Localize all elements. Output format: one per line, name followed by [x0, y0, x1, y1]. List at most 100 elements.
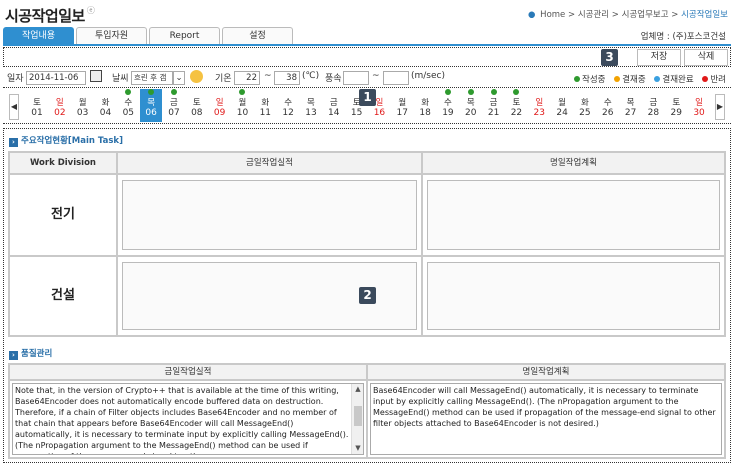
tab-resources[interactable]: 투입자원 — [76, 27, 147, 45]
day-number: 14 — [328, 108, 340, 118]
quality-today-textarea[interactable]: Note that, in the version of Crypto++ th… — [12, 383, 364, 455]
status-dot-icon — [391, 89, 413, 96]
calendar-day[interactable]: 토 08 — [186, 89, 208, 122]
date-field[interactable]: 2014-11-06 — [26, 71, 86, 85]
home-icon: ● — [528, 10, 536, 20]
calendar-day[interactable]: 월 10 — [231, 89, 253, 122]
status-dot-icon — [300, 89, 322, 96]
day-number: 16 — [373, 108, 386, 118]
main-task-table: Work Division 금일작업실적 명일작업계획 전기 건설 — [8, 151, 726, 337]
calendar-day[interactable]: 월 17 — [391, 89, 413, 122]
delete-button[interactable]: 삭제 — [684, 49, 728, 66]
day-number: 26 — [602, 108, 614, 118]
status-dot-icon — [620, 89, 642, 96]
calendar-day[interactable]: 토 01 — [26, 89, 48, 122]
weekday-label: 수 — [444, 98, 452, 108]
chevron-down-icon[interactable]: ⌄ — [173, 71, 185, 85]
weekday-label: 화 — [261, 98, 270, 108]
weekday-label: 일 — [695, 98, 703, 108]
status-approved-icon — [654, 76, 661, 82]
calendar-day[interactable]: 화 18 — [414, 89, 436, 122]
scroll-up-icon[interactable]: ▲ — [352, 384, 363, 395]
calendar-day[interactable]: 수 26 — [597, 89, 619, 122]
tab-settings[interactable]: 설정 — [222, 27, 293, 45]
scroll-down-icon[interactable]: ▼ — [352, 443, 363, 454]
status-dot-icon — [140, 89, 162, 96]
calendar-day[interactable]: 일 02 — [49, 89, 71, 122]
status-dot-icon — [483, 89, 505, 96]
calendar-day[interactable]: 목 13 — [300, 89, 322, 122]
weekday-label: 목 — [307, 98, 315, 108]
weekday-label: 일 — [535, 98, 544, 108]
calendar-day[interactable]: 금 07 — [163, 89, 185, 122]
weekday-label: 일 — [215, 98, 224, 108]
weekday-label: 금 — [649, 98, 658, 108]
weekday-label: 금 — [329, 98, 338, 108]
status-approving-icon — [614, 76, 621, 82]
calendar-day[interactable]: 금 14 — [323, 89, 345, 122]
day-number: 12 — [282, 108, 294, 118]
calendar-day[interactable]: 토 29 — [665, 89, 687, 122]
status-dot-icon — [414, 89, 436, 96]
calendar-day[interactable]: 수 12 — [277, 89, 299, 122]
breadcrumb: ● Home > 시공관리 > 시공업무보고 > 시공작업일보 — [528, 10, 728, 20]
calendar-day[interactable]: 목 06 — [140, 89, 163, 122]
day-number: 20 — [465, 108, 477, 118]
quality-tomorrow-cell: Base64Encoder will call MessageEnd() aut… — [367, 380, 725, 458]
breadcrumb-item[interactable]: 시공업무보고 — [622, 10, 669, 20]
weekday-label: 일 — [375, 98, 384, 108]
calendar-day[interactable]: 목 27 — [620, 89, 642, 122]
day-number: 21 — [487, 108, 500, 118]
today-input-electric[interactable] — [122, 180, 417, 250]
weekday-label: 월 — [398, 98, 407, 108]
calendar-day[interactable]: 일 09 — [209, 89, 231, 122]
calendar-day[interactable]: 화 04 — [94, 89, 116, 122]
scroll-thumb[interactable] — [354, 406, 362, 426]
calendar-day[interactable]: 수 05 — [117, 89, 139, 122]
calendar-day[interactable]: 목 20 — [460, 89, 482, 122]
calendar-day[interactable]: 토 22 — [505, 89, 527, 122]
prev-month-arrow-icon[interactable]: ◀ — [9, 94, 19, 120]
breadcrumb-home[interactable]: Home — [540, 10, 565, 20]
day-number: 13 — [305, 108, 317, 118]
calendar-day[interactable]: 일 30 — [688, 89, 710, 122]
day-number: 30 — [693, 108, 705, 118]
temp-min-field[interactable]: 22 — [234, 71, 260, 85]
calendar-day[interactable]: 화 25 — [574, 89, 596, 122]
weekday-label: 수 — [603, 98, 612, 108]
tomorrow-cell — [422, 174, 725, 256]
weather-select[interactable]: 흐린 후 갬 — [131, 71, 173, 85]
tab-work-content[interactable]: 작업내용 — [3, 27, 74, 45]
quality-tomorrow-textarea[interactable]: Base64Encoder will call MessageEnd() aut… — [370, 383, 722, 455]
wind-max-field[interactable] — [383, 71, 409, 85]
calendar-day[interactable]: 수 19 — [437, 89, 459, 122]
calendar-day[interactable]: 금 28 — [642, 89, 664, 122]
tab-report[interactable]: Report — [149, 27, 220, 45]
calendar-day[interactable]: 일 16 — [368, 89, 390, 122]
filter-row: 일자 2014-11-06 날씨 흐린 후 갬 ⌄ 기온 22 ~ 38 (℃)… — [0, 69, 734, 87]
breadcrumb-item[interactable]: 시공관리 — [578, 10, 609, 20]
next-month-arrow-icon[interactable]: ▶ — [715, 94, 725, 120]
temp-max-field[interactable]: 38 — [274, 71, 300, 85]
tomorrow-input-electric[interactable] — [427, 180, 720, 250]
status-dot-icon — [49, 89, 71, 96]
status-dot-icon — [574, 89, 596, 96]
status-dot-icon — [117, 89, 139, 96]
calendar-day[interactable]: 금 21 — [483, 89, 505, 122]
tomorrow-input-construction[interactable] — [427, 262, 720, 330]
col-header-today: 금일작업실적 — [117, 152, 422, 174]
calendar-day[interactable]: 월 24 — [551, 89, 573, 122]
weekday-label: 목 — [626, 98, 635, 108]
tab-bar: 작업내용 투입자원 Report 설정 — [3, 27, 295, 45]
calendar-day[interactable]: 화 11 — [254, 89, 276, 122]
status-dot-icon — [163, 89, 185, 96]
wind-min-field[interactable] — [343, 71, 369, 85]
scrollbar[interactable]: ▲ ▼ — [351, 384, 363, 454]
calendar-icon[interactable] — [90, 70, 102, 82]
calendar-day[interactable]: 월 03 — [72, 89, 94, 122]
calendar-day[interactable]: 토 15 — [346, 89, 368, 122]
weekday-label: 목 — [147, 98, 156, 108]
page-title: 시공작업일보 ⓔ — [5, 6, 95, 25]
calendar-day[interactable]: 일 23 — [528, 89, 550, 122]
save-button[interactable]: 저장 — [637, 49, 681, 66]
